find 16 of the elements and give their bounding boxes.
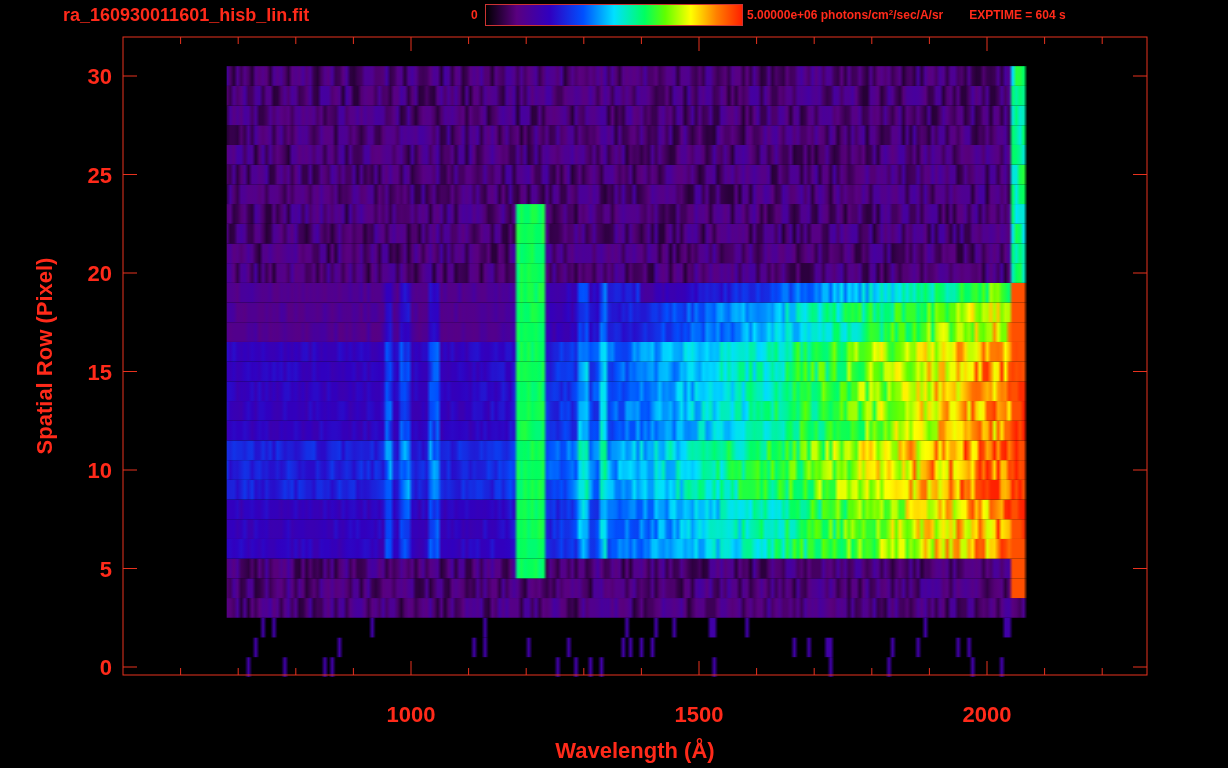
y-tick-label: 10 <box>87 458 112 483</box>
y-tick-label: 15 <box>87 359 112 385</box>
colorbar-min-label: 0 <box>471 7 479 24</box>
x-tick-label: 2000 <box>962 702 1012 727</box>
y-tick-label: 25 <box>87 162 112 188</box>
y-tick-label: 0 <box>99 655 112 680</box>
y-tick-label: 5 <box>99 556 112 582</box>
exposure-time: EXPTIME = 604 s <box>969 7 1066 24</box>
y-tick-label: 30 <box>87 64 112 89</box>
x-axis-label: Wavelength (Å) <box>555 738 715 763</box>
y-tick-label: 20 <box>87 261 112 286</box>
x-tick-label: 1000 <box>386 702 436 727</box>
colorbar-max-label: 5.00000e+06 photons/cm$^{2}$/sec/A/sr <box>747 7 944 24</box>
x-tick-label: 1500 <box>674 702 724 727</box>
y-axis-label: Spatial Row (Pixel) <box>32 257 57 455</box>
plot-title: ra_160930011601_hisb_lin.fit <box>63 3 311 27</box>
